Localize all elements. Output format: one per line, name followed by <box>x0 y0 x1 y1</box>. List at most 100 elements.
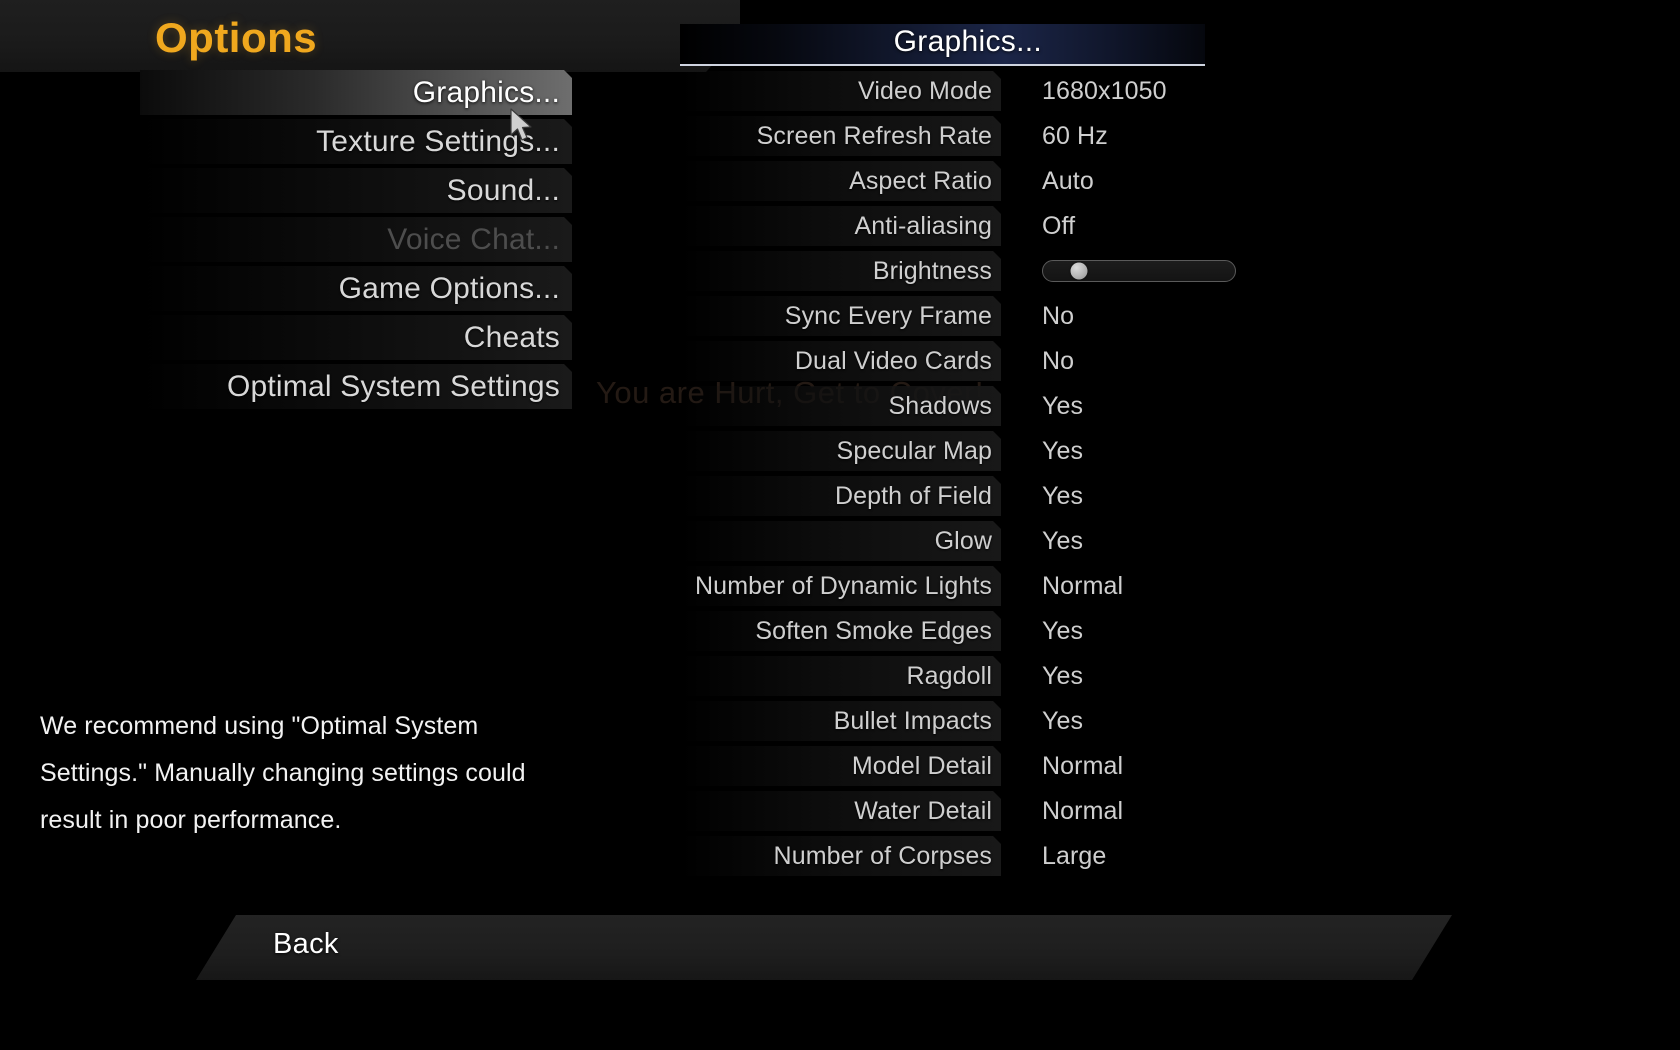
settings-panel-header: Graphics... <box>680 24 1205 66</box>
setting-row-bullet-impacts[interactable]: Bullet Impacts Yes <box>680 701 1240 741</box>
setting-value-cell[interactable]: Yes <box>1042 476 1083 516</box>
setting-row-glow[interactable]: Glow Yes <box>680 521 1240 561</box>
sidebar-item-voice-chat: Voice Chat... <box>140 217 572 262</box>
setting-value-cell[interactable]: 1680x1050 <box>1042 71 1167 111</box>
setting-row-video-mode[interactable]: Video Mode 1680x1050 <box>680 71 1240 111</box>
setting-value-cell[interactable]: Yes <box>1042 656 1083 696</box>
setting-label-cell: Shadows <box>680 386 1001 426</box>
setting-value: Yes <box>1042 616 1084 645</box>
sidebar-item-graphics[interactable]: Graphics... <box>140 70 572 115</box>
settings-rows: Video Mode 1680x1050 Screen Refresh Rate 60… <box>680 71 1240 876</box>
setting-value-cell[interactable]: Yes <box>1042 701 1083 741</box>
setting-value-cell[interactable]: Normal <box>1042 566 1123 606</box>
sidebar-item-optimal-system-settings[interactable]: Optimal System Settings <box>140 364 572 409</box>
sidebar-item-label: Graphics... <box>412 75 560 109</box>
setting-value: Normal <box>1042 796 1124 825</box>
setting-row-sync-every-frame[interactable]: Sync Every Frame No <box>680 296 1240 336</box>
setting-row-dual-video-cards[interactable]: Dual Video Cards No <box>680 341 1240 381</box>
setting-label: Anti-aliasing <box>854 211 992 240</box>
setting-value-cell[interactable]: Normal <box>1042 746 1123 786</box>
setting-label: Number of Dynamic Lights <box>695 571 992 600</box>
setting-row-shadows[interactable]: Shadows Yes <box>680 386 1240 426</box>
recommendation-text: We recommend using "Optimal System Setti… <box>40 712 526 834</box>
setting-label: Water Detail <box>854 796 992 825</box>
setting-label-cell: Model Detail <box>680 746 1001 786</box>
setting-label-cell: Glow <box>680 521 1001 561</box>
setting-value-cell[interactable]: Yes <box>1042 431 1083 471</box>
setting-label: Aspect Ratio <box>849 166 992 195</box>
setting-label-cell: Specular Map <box>680 431 1001 471</box>
setting-value: Yes <box>1042 661 1084 690</box>
page-title: Options <box>155 14 318 61</box>
setting-value: Off <box>1042 211 1076 240</box>
setting-label-cell: Water Detail <box>680 791 1001 831</box>
setting-value-cell[interactable]: Large <box>1042 836 1106 876</box>
setting-row-screen-refresh-rate[interactable]: Screen Refresh Rate 60 Hz <box>680 116 1240 156</box>
back-button[interactable]: Back <box>273 928 339 961</box>
setting-label: Soften Smoke Edges <box>755 616 992 645</box>
setting-value-cell[interactable]: Yes <box>1042 611 1083 651</box>
setting-label: Glow <box>934 526 992 555</box>
setting-row-anti-aliasing[interactable]: Anti-aliasing Off <box>680 206 1240 246</box>
setting-row-ragdoll[interactable]: Ragdoll Yes <box>680 656 1240 696</box>
setting-row-water-detail[interactable]: Water Detail Normal <box>680 791 1240 831</box>
sidebar-item-label: Sound... <box>446 173 560 207</box>
setting-label: Number of Corpses <box>773 841 992 870</box>
setting-label-cell: Screen Refresh Rate <box>680 116 1001 156</box>
setting-label-cell: Bullet Impacts <box>680 701 1001 741</box>
setting-row-soften-smoke-edges[interactable]: Soften Smoke Edges Yes <box>680 611 1240 651</box>
setting-value: Yes <box>1042 706 1084 735</box>
setting-row-aspect-ratio[interactable]: Aspect Ratio Auto <box>680 161 1240 201</box>
setting-value: 1680x1050 <box>1042 76 1167 105</box>
setting-row-model-detail[interactable]: Model Detail Normal <box>680 746 1240 786</box>
sidebar-item-label: Texture Settings... <box>316 124 560 158</box>
setting-value-cell[interactable]: No <box>1042 296 1074 336</box>
sidebar-item-label: Game Options... <box>338 271 560 305</box>
options-screen: You are Hurt, Get to Cover! Options Grap… <box>0 0 1680 1050</box>
brightness-slider-knob[interactable] <box>1070 262 1088 280</box>
setting-value-cell[interactable] <box>1042 251 1236 291</box>
setting-value: Yes <box>1042 481 1084 510</box>
setting-label-cell: Depth of Field <box>680 476 1001 516</box>
options-sidebar: Graphics... Texture Settings... Sound... Vo… <box>140 70 572 413</box>
sidebar-item-texture-settings[interactable]: Texture Settings... <box>140 119 572 164</box>
setting-value-cell[interactable]: Yes <box>1042 386 1083 426</box>
setting-value: Auto <box>1042 166 1094 195</box>
setting-value: Yes <box>1042 436 1084 465</box>
setting-label-cell: Soften Smoke Edges <box>680 611 1001 651</box>
settings-panel: Graphics... Video Mode 1680x1050 Screen Re… <box>680 24 1240 881</box>
setting-label: Shadows <box>888 391 992 420</box>
brightness-slider[interactable] <box>1042 260 1236 282</box>
footer-bar <box>196 915 1452 980</box>
setting-label: Model Detail <box>851 751 992 780</box>
setting-value: 60 Hz <box>1042 121 1108 150</box>
setting-value: Large <box>1042 841 1107 870</box>
setting-label: Bullet Impacts <box>833 706 992 735</box>
setting-value: No <box>1042 301 1075 330</box>
setting-row-number-of-corpses[interactable]: Number of Corpses Large <box>680 836 1240 876</box>
setting-label-cell: Dual Video Cards <box>680 341 1001 381</box>
setting-row-brightness[interactable]: Brightness <box>680 251 1240 291</box>
setting-label: Brightness <box>872 256 992 285</box>
setting-value-cell[interactable]: No <box>1042 341 1074 381</box>
setting-value-cell[interactable]: Auto <box>1042 161 1094 201</box>
setting-value-cell[interactable]: Yes <box>1042 521 1083 561</box>
setting-row-specular-map[interactable]: Specular Map Yes <box>680 431 1240 471</box>
setting-value: Yes <box>1042 526 1084 555</box>
setting-value-cell[interactable]: 60 Hz <box>1042 116 1108 156</box>
setting-value-cell[interactable]: Normal <box>1042 791 1123 831</box>
setting-row-depth-of-field[interactable]: Depth of Field Yes <box>680 476 1240 516</box>
setting-label-cell: Anti-aliasing <box>680 206 1001 246</box>
settings-panel-title: Graphics... <box>893 25 1042 58</box>
options-header-bar <box>0 0 740 72</box>
setting-label: Dual Video Cards <box>794 346 992 375</box>
setting-label: Screen Refresh Rate <box>756 121 992 150</box>
sidebar-item-label: Cheats <box>463 320 560 354</box>
sidebar-item-cheats[interactable]: Cheats <box>140 315 572 360</box>
setting-row-number-of-dynamic-lights[interactable]: Number of Dynamic Lights Normal <box>680 566 1240 606</box>
sidebar-item-game-options[interactable]: Game Options... <box>140 266 572 311</box>
setting-value-cell[interactable]: Off <box>1042 206 1075 246</box>
setting-label-cell: Sync Every Frame <box>680 296 1001 336</box>
sidebar-item-sound[interactable]: Sound... <box>140 168 572 213</box>
setting-value: Yes <box>1042 391 1084 420</box>
